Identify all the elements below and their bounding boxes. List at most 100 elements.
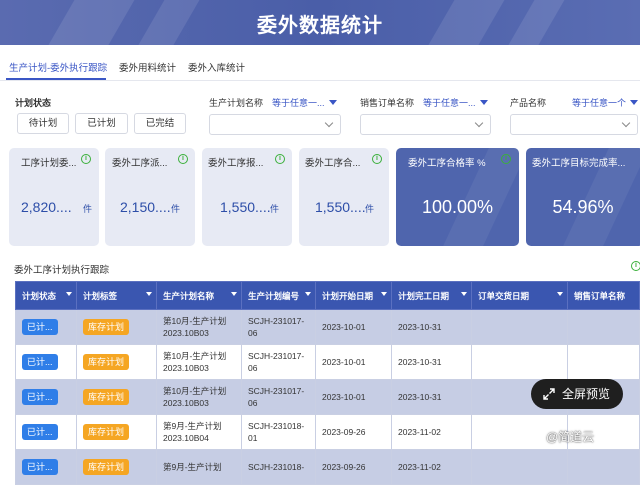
kpi-unit: 件	[365, 204, 375, 214]
cell-plan-code: SCJH-231017-06	[241, 309, 316, 345]
cell-tag: 库存计划	[76, 309, 157, 345]
plan-name-select[interactable]	[209, 114, 341, 135]
cell-tag: 库存计划	[76, 449, 157, 485]
kpi-card-target-rate: 委外工序目标完成率... 54.96%	[526, 148, 640, 246]
table-row[interactable]: 已计... 库存计划 第9月-生产计划 SCJH-231018- 2023-09…	[15, 449, 640, 485]
sales-order-select[interactable]	[360, 114, 491, 135]
sales-order-operator[interactable]: 等于任意一...	[423, 96, 488, 109]
cell-plan-name: 第10月-生产计划2023.10B03	[156, 379, 242, 415]
column-header-plan-code[interactable]: 生产计划编号	[241, 281, 316, 310]
cell-plan-name: 第10月-生产计划2023.10B03	[156, 344, 242, 380]
cell-plan-code: SCJH-231018-	[241, 449, 316, 485]
column-header-label: 计划标签	[83, 290, 118, 301]
column-header-delivery-date[interactable]: 订单交货日期	[471, 281, 568, 310]
product-operator[interactable]: 等于任意一个	[572, 96, 639, 109]
kpi-value: 2,820....	[21, 199, 72, 215]
info-icon[interactable]: i	[501, 154, 511, 164]
cell-sales-order	[567, 309, 640, 345]
cell-status: 已计...	[15, 309, 77, 345]
kpi-title: 委外工序报...	[208, 158, 264, 169]
info-icon[interactable]: i	[631, 261, 640, 271]
status-badge: 已计...	[22, 424, 58, 440]
kpi-title: 委外工序目标完成率...	[532, 158, 626, 169]
cell-end-date: 2023-11-02	[391, 449, 472, 485]
tab-execution-tracking[interactable]: 生产计划-委外执行跟踪	[9, 60, 107, 74]
cell-start-date: 2023-09-26	[315, 414, 392, 450]
kpi-card-pass-rate: 委外工序合格率 % i 100.00%	[396, 148, 519, 246]
caret-down-icon	[479, 100, 488, 105]
column-header-end-date[interactable]: 计划完工日期	[391, 281, 472, 310]
tab-material-stats[interactable]: 委外用料统计	[119, 60, 176, 74]
cell-end-date: 2023-11-02	[391, 414, 472, 450]
column-header-label: 计划开始日期	[322, 290, 374, 301]
sort-icon	[461, 292, 467, 296]
cell-plan-name: 第9月-生产计划	[156, 449, 242, 485]
cell-plan-name: 第10月-生产计划2023.10B03	[156, 309, 242, 345]
status-badge: 已计...	[22, 459, 58, 475]
tab-bar: 生产计划-委外执行跟踪 委外用料统计 委外入库统计	[0, 45, 640, 81]
cell-delivery-date	[471, 449, 568, 485]
status-filter-label: 计划状态	[15, 98, 52, 108]
cell-sales-order	[567, 449, 640, 485]
plan-name-operator[interactable]: 等于任意一...	[272, 96, 337, 109]
header-banner: 委外数据统计	[0, 0, 640, 45]
status-button-completed[interactable]: 已完结	[134, 113, 186, 134]
tab-warehousing-stats[interactable]: 委外入库统计	[188, 60, 245, 74]
sort-icon	[305, 292, 311, 296]
plan-name-operator-text: 等于任意一...	[272, 98, 325, 108]
info-icon[interactable]: i	[178, 154, 188, 164]
cell-end-date: 2023-10-31	[391, 309, 472, 345]
table-row[interactable]: 已计... 库存计划 第10月-生产计划2023.10B03 SCJH-2310…	[15, 309, 640, 345]
kpi-card-reported: 委外工序报... i 1,550.... 件	[202, 148, 292, 246]
kpi-unit: 件	[171, 204, 181, 214]
chevron-down-icon	[621, 118, 631, 128]
sales-order-operator-text: 等于任意一...	[423, 98, 476, 108]
cell-start-date: 2023-09-26	[315, 449, 392, 485]
kpi-title: 工序计划委...	[21, 158, 77, 169]
status-button-pending[interactable]: 待计划	[17, 113, 69, 134]
sort-icon	[381, 292, 387, 296]
column-header-plan-name[interactable]: 生产计划名称	[156, 281, 242, 310]
info-icon[interactable]: i	[275, 154, 285, 164]
status-button-planned[interactable]: 已计划	[75, 113, 128, 134]
cell-delivery-date	[471, 309, 568, 345]
column-header-status[interactable]: 计划状态	[15, 281, 77, 310]
table-row[interactable]: 已计... 库存计划 第10月-生产计划2023.10B03 SCJH-2310…	[15, 344, 640, 380]
status-badge: 已计...	[22, 354, 58, 370]
cell-end-date: 2023-10-31	[391, 344, 472, 380]
section-title: 委外工序计划执行跟踪	[14, 265, 110, 276]
kpi-card-qualified: 委外工序合... i 1,550.... 件	[299, 148, 389, 246]
column-header-label: 生产计划编号	[248, 290, 300, 301]
tag-badge: 库存计划	[83, 319, 130, 335]
column-header-sales-order[interactable]: 销售订单名称	[567, 281, 640, 310]
filter-panel: 计划状态 待计划 已计划 已完结 生产计划名称 等于任意一... 销售订单名称 …	[0, 82, 640, 142]
column-header-tag[interactable]: 计划标签	[76, 281, 157, 310]
kpi-value: 1,550....	[315, 199, 366, 215]
kpi-unit: 件	[83, 204, 93, 214]
cell-start-date: 2023-10-01	[315, 344, 392, 380]
kpi-value: 100.00%	[421, 197, 494, 217]
kpi-value: 54.96%	[552, 197, 614, 217]
table-header-row: 计划状态 计划标签 生产计划名称 生产计划编号 计划开始日期 计划完工日期 订单…	[15, 281, 640, 310]
column-header-label: 订单交货日期	[478, 290, 530, 301]
column-header-label: 计划状态	[22, 290, 57, 301]
info-icon[interactable]: i	[81, 154, 91, 164]
cell-plan-code: SCJH-231017-06	[241, 379, 316, 415]
fullscreen-preview-button[interactable]: 全屏预览	[531, 379, 623, 409]
status-badge: 已计...	[22, 389, 58, 405]
product-operator-text: 等于任意一个	[572, 98, 627, 108]
kpi-value: 1,550....	[220, 199, 271, 215]
kpi-title: 委外工序合格率 %	[408, 158, 486, 169]
column-header-start-date[interactable]: 计划开始日期	[315, 281, 392, 310]
fullscreen-label: 全屏预览	[562, 387, 611, 401]
product-select[interactable]	[510, 114, 638, 135]
info-icon[interactable]: i	[372, 154, 382, 164]
tag-badge: 库存计划	[83, 389, 130, 405]
sales-order-filter-label: 销售订单名称	[360, 98, 415, 108]
cell-tag: 库存计划	[76, 379, 157, 415]
cell-plan-name: 第9月-生产计划2023.10B04	[156, 414, 242, 450]
cell-status: 已计...	[15, 344, 77, 380]
expand-icon	[543, 388, 555, 400]
sort-icon	[231, 292, 237, 296]
sort-icon	[557, 292, 563, 296]
